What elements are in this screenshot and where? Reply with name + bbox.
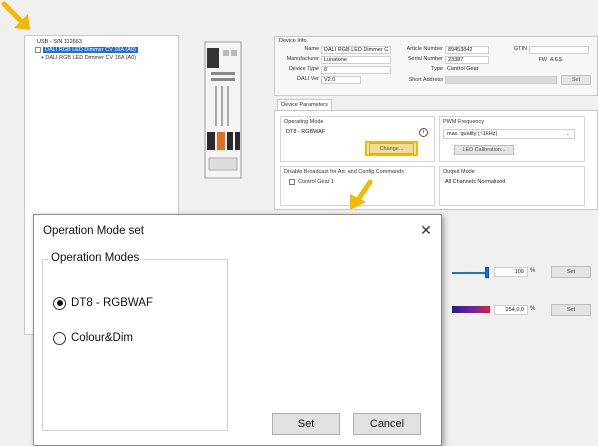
control-gear-checkbox[interactable] (289, 179, 295, 185)
device-info-title: Device Info (279, 38, 307, 44)
operating-mode-value: DT8 - RGBWAF (286, 129, 326, 135)
name-field[interactable]: DALI RGB LED Dimmer C... (321, 46, 391, 54)
operation-modes-title: Operation Modes (48, 252, 143, 264)
disable-broadcast-title: Disable Broadcast for Arc and Config Com… (284, 169, 404, 175)
device-product-image (204, 41, 242, 179)
operating-mode-title: Operating Mode (284, 119, 324, 125)
expand-icon[interactable] (35, 46, 41, 53)
tree-item-device-selected[interactable]: DALI RGB LED Dimmer CV 16A (A0) (35, 46, 138, 54)
dali-ver-label: DALI Ver (296, 76, 319, 82)
serial-number-label: Serial Number (407, 56, 443, 62)
close-icon[interactable]: ✕ (417, 221, 435, 239)
arrow-pointer-icon (1, 1, 30, 30)
tree-device-label: DALI RGB LED Dimmer CV 16A (A0) (43, 47, 138, 53)
serial-number-field[interactable]: 23387 (445, 56, 489, 64)
mode-option-colour-dim[interactable]: Colour&Dim (53, 331, 133, 345)
dialog-title: Operation Mode set (43, 225, 145, 237)
device-type-field[interactable]: 8 (321, 66, 391, 74)
cancel-button[interactable]: Cancel (353, 413, 421, 435)
tree-item-device-child[interactable]: ♦ DALI RGB LED Dimmer CV 16A (A0) (41, 54, 136, 62)
tree-child-label: DALI RGB LED Dimmer CV 16A (A0) (45, 55, 137, 61)
led-calibration-button[interactable]: LED Calibration... (454, 145, 514, 155)
device-parameters-panel: Operating Mode DT8 - RGBWAF PWM Frequenc… (274, 110, 598, 210)
dropdown-caret-icon: ⌄ (565, 131, 570, 137)
operation-mode-dialog: Operation Mode set ✕ Operation Modes DT8… (33, 214, 442, 446)
tree-root-label: USB - S/N 112663 (37, 39, 82, 45)
gtin-field[interactable] (529, 46, 589, 54)
output-mode-group: Output Mode All Channels Normalized (439, 166, 585, 206)
mode-option-label: Colour&Dim (71, 332, 133, 344)
color-gradient-bar[interactable] (452, 306, 490, 313)
dali-ver-field[interactable]: V2.0 (321, 76, 361, 84)
control-gear-label: Control Gear 1 (298, 179, 335, 185)
device-info-frame: Device Info Name DALI RGB LED Dimmer C..… (274, 36, 598, 96)
mode-option-label: DT8 - RGBWAF (71, 297, 153, 309)
level-set-button[interactable]: Set (551, 266, 591, 278)
output-mode-value: All Channels Normalized (445, 179, 506, 185)
change-operating-mode-button[interactable]: Change... (369, 143, 414, 154)
name-label: Name (304, 46, 319, 52)
info-icon[interactable]: i (419, 128, 428, 137)
color-input[interactable]: 254,0,0 (494, 305, 528, 315)
short-address-label: Short Address (408, 77, 443, 83)
tree-item-usb[interactable]: USB - S/N 112663 (37, 38, 82, 46)
type-label: Type (431, 66, 443, 72)
output-mode-title: Output Mode (443, 169, 475, 175)
article-number-label: Article Number (406, 46, 443, 52)
pwm-frequency-value: max. quality (~1kHz) (447, 131, 498, 137)
arrow-pointer-icon (350, 179, 373, 210)
level-unit: % (530, 268, 536, 274)
type-value: Control Gear (447, 66, 479, 72)
manufacturer-field[interactable]: Lunatone (321, 56, 391, 64)
pwm-frequency-title: PWM Frequency (443, 119, 484, 125)
pwm-frequency-select[interactable]: max. quality (~1kHz) ⌄ (443, 129, 575, 139)
set-button[interactable]: Set (272, 413, 340, 435)
manufacturer-label: Manufacturer (286, 56, 319, 62)
radio-selected-icon[interactable] (53, 296, 66, 310)
article-number-field[interactable]: 89453842 (445, 46, 489, 54)
fw-label: FW (538, 57, 547, 63)
short-address-set-button[interactable]: Set (561, 75, 591, 85)
tree-child-icon: ♦ (41, 55, 44, 61)
device-type-label: Device Type (288, 66, 319, 72)
level-input[interactable]: 100 (494, 267, 528, 277)
radio-unselected-icon[interactable] (53, 331, 66, 345)
mode-option-dt8-rgbwaf[interactable]: DT8 - RGBWAF (53, 296, 153, 310)
fw-value: 4.6.5 (550, 57, 563, 63)
short-address-field[interactable] (445, 76, 557, 84)
level-slider-track[interactable] (452, 272, 488, 274)
color-unit: % (530, 306, 536, 312)
color-set-button[interactable]: Set (551, 304, 591, 316)
operation-modes-group (42, 259, 228, 431)
gtin-label: GTIN (513, 46, 527, 52)
level-slider-thumb[interactable] (485, 267, 489, 278)
pwm-frequency-group: PWM Frequency max. quality (~1kHz) ⌄ LED… (439, 116, 585, 162)
